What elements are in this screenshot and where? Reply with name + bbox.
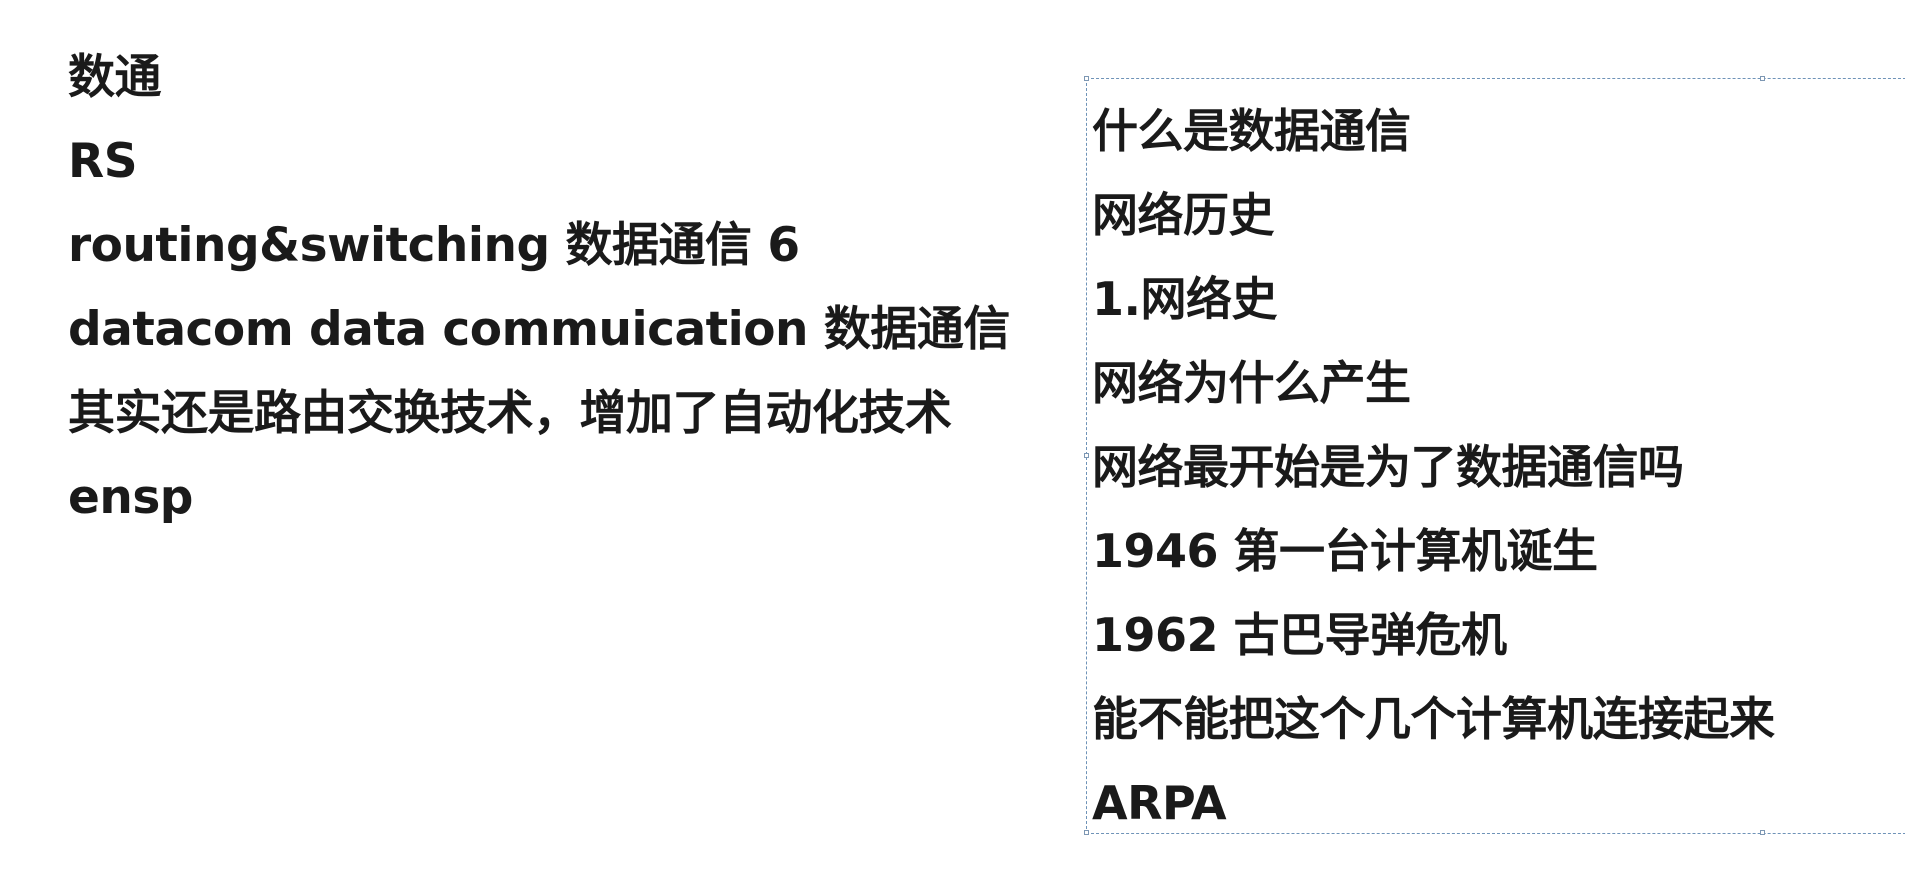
text-box-line: 1946 第一台计算机诞生 bbox=[1092, 524, 1598, 578]
resize-handle-top-middle[interactable] bbox=[1760, 76, 1765, 81]
text-box-line: 网络历史 bbox=[1092, 188, 1274, 242]
note-line: datacom data commuication 数据通信 bbox=[68, 302, 1010, 357]
note-line: 其实还是路由交换技术，增加了自动化技术 bbox=[68, 386, 952, 441]
text-box-line: 1.网络史 bbox=[1092, 272, 1277, 326]
resize-handle-top-left[interactable] bbox=[1084, 76, 1089, 81]
resize-handle-bottom-left[interactable] bbox=[1084, 830, 1089, 835]
text-box-content: 什么是数据通信 网络历史 1.网络史 网络为什么产生 网络最开始是为了数据通信吗… bbox=[1092, 89, 1775, 845]
text-box-line: 1962 古巴导弹危机 bbox=[1092, 608, 1507, 662]
text-box-line: 能不能把这个几个计算机连接起来 bbox=[1092, 692, 1775, 746]
resize-handle-middle-left[interactable] bbox=[1084, 453, 1089, 458]
text-box-line: 网络为什么产生 bbox=[1092, 356, 1411, 410]
note-line: RS bbox=[68, 134, 138, 189]
note-line: ensp bbox=[68, 470, 193, 525]
left-notes[interactable]: 数通 RS routing&switching 数据通信 6 datacom d… bbox=[68, 36, 1028, 540]
text-box-line: 网络最开始是为了数据通信吗 bbox=[1092, 440, 1684, 494]
selected-text-box[interactable]: 什么是数据通信 网络历史 1.网络史 网络为什么产生 网络最开始是为了数据通信吗… bbox=[1084, 76, 1905, 835]
text-box-line: ARPA bbox=[1092, 776, 1227, 830]
text-box-line: 什么是数据通信 bbox=[1092, 104, 1411, 158]
note-line: 数通 bbox=[68, 50, 162, 105]
note-line: routing&switching 数据通信 6 bbox=[68, 218, 800, 273]
